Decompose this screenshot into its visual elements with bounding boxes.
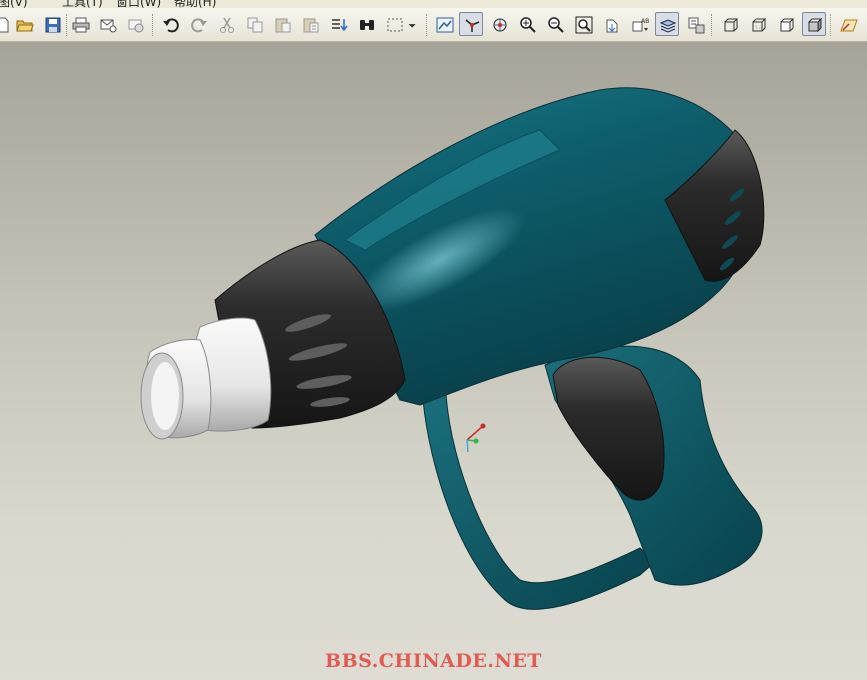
open-icon xyxy=(16,20,34,32)
zoom-out-icon xyxy=(548,17,564,33)
new-icon xyxy=(0,17,9,33)
model-tree-icon xyxy=(688,17,705,34)
send-mail-button[interactable] xyxy=(95,12,119,36)
refit-button[interactable] xyxy=(571,12,595,36)
layers-icon xyxy=(659,19,677,33)
copy-icon xyxy=(247,17,263,33)
zoom-out-button[interactable] xyxy=(543,12,567,36)
send-link-button[interactable] xyxy=(123,12,147,36)
heat-gun-model[interactable] xyxy=(0,42,867,680)
save-icon xyxy=(45,17,61,33)
copy-button[interactable] xyxy=(242,12,266,36)
hidden-line-button[interactable] xyxy=(746,12,770,36)
model-tree-button[interactable] xyxy=(683,12,707,36)
regenerate-button[interactable] xyxy=(326,12,350,36)
saved-views-icon: AB xyxy=(632,18,649,32)
shading-button[interactable] xyxy=(802,12,826,36)
spin-center-button[interactable] xyxy=(459,12,483,36)
paste-icon xyxy=(275,18,291,33)
print-button[interactable] xyxy=(68,12,92,36)
print-icon xyxy=(72,17,90,33)
main-toolbar: AB xyxy=(0,8,867,42)
graphics-window[interactable]: BBS.CHINADE.NET xyxy=(0,42,867,680)
send-mail-icon xyxy=(100,19,117,33)
paste-special-button[interactable] xyxy=(298,12,322,36)
nozzle-bore xyxy=(151,362,179,430)
menu-tools[interactable]: 工具(T) xyxy=(62,0,103,8)
select-box-icon xyxy=(387,18,403,32)
redo-button[interactable] xyxy=(186,12,210,36)
shading-icon xyxy=(807,17,823,33)
toolbar-separator xyxy=(830,14,832,36)
dropdown-arrow-icon xyxy=(408,24,416,28)
menu-bar: 视图(V) 工具(T) 窗口(W) 帮助(H) xyxy=(0,0,867,8)
spin-center-icon xyxy=(465,19,480,32)
open-button[interactable] xyxy=(12,12,36,36)
repaint-icon xyxy=(436,17,454,33)
paste-special-icon xyxy=(303,18,319,33)
svg-text:AB: AB xyxy=(641,18,649,25)
find-icon xyxy=(360,20,374,30)
watermark-text: BBS.CHINADE.NET xyxy=(325,650,542,672)
zoom-in-button[interactable] xyxy=(515,12,539,36)
saved-views-button[interactable]: AB xyxy=(627,12,651,36)
orient-mode-button[interactable] xyxy=(487,12,511,36)
reorient-icon xyxy=(606,19,618,33)
menu-window[interactable]: 窗口(W) xyxy=(116,0,161,8)
datum-planes-icon xyxy=(840,19,858,32)
toolbar-separator xyxy=(711,14,713,36)
undo-button[interactable] xyxy=(158,12,182,36)
no-hidden-icon xyxy=(780,18,795,32)
wireframe-button[interactable] xyxy=(718,12,742,36)
select-dropdown[interactable] xyxy=(404,12,420,36)
coordinate-triad xyxy=(466,423,486,453)
repaint-button[interactable] xyxy=(432,12,456,36)
refit-icon xyxy=(575,16,593,34)
send-link-icon xyxy=(128,19,144,33)
reorient-button[interactable] xyxy=(599,12,623,36)
menu-help[interactable]: 帮助(H) xyxy=(174,0,216,8)
orient-mode-icon xyxy=(493,18,507,32)
cut-button[interactable] xyxy=(214,12,238,36)
find-button[interactable] xyxy=(354,12,378,36)
hidden-line-icon xyxy=(752,18,767,32)
layers-button[interactable] xyxy=(655,12,679,36)
cut-icon xyxy=(220,17,234,33)
datum-planes-button[interactable] xyxy=(836,12,860,36)
redo-icon xyxy=(191,18,207,33)
menu-view[interactable]: 视图(V) xyxy=(0,0,28,8)
regenerate-icon xyxy=(332,19,348,32)
zoom-in-icon xyxy=(520,17,536,33)
undo-icon xyxy=(163,18,179,33)
toolbar-separator xyxy=(426,14,428,36)
paste-button[interactable] xyxy=(270,12,294,36)
wireframe-icon xyxy=(724,18,739,32)
no-hidden-button[interactable] xyxy=(774,12,798,36)
toolbar-separator xyxy=(152,14,154,36)
save-button[interactable] xyxy=(40,12,64,36)
select-box-button[interactable] xyxy=(382,12,406,36)
